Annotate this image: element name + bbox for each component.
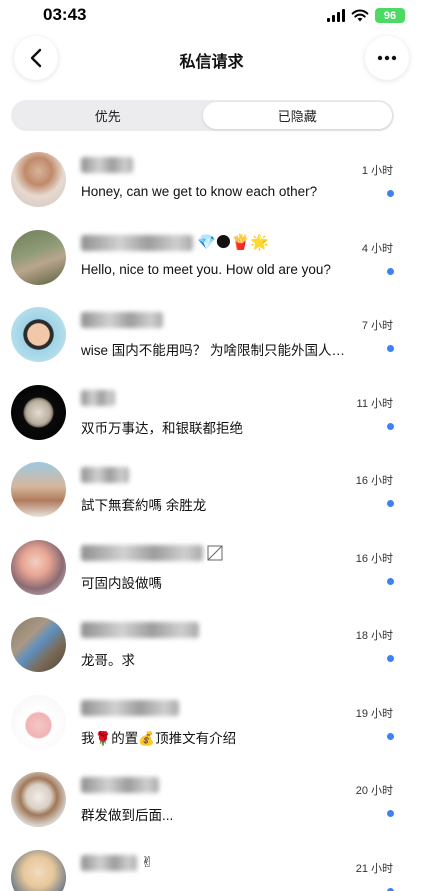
battery-indicator: 96: [375, 8, 405, 23]
message-preview: Honey, can we get to know each other?: [81, 184, 318, 199]
message-preview: Hello, nice to meet you. How old are you…: [81, 261, 331, 277]
message-time: 16 小时: [355, 552, 393, 565]
conversation-row[interactable]: 💎🌑🍟🌟 4 小时 Hello, nice to meet you. How o…: [0, 218, 423, 296]
conversation-list: 1 小时 Honey, can we get to know each othe…: [0, 140, 423, 891]
conversation-row[interactable]: 16 小时 可固内設做嗎: [0, 528, 423, 606]
avatar: [11, 849, 66, 891]
message-time: 11 小时: [356, 397, 393, 410]
sender-name: ✌: [81, 853, 154, 873]
page-title: 私信请求: [179, 54, 244, 71]
avatar: [11, 694, 66, 750]
sender-name: [81, 620, 199, 640]
sender-name: [81, 155, 133, 175]
blurred-name: [81, 234, 193, 251]
conversation-row[interactable]: ✌ 21 小时: [0, 838, 423, 891]
blurred-name: [81, 467, 129, 483]
message-time: 16 小时: [355, 475, 393, 487]
message-preview: wise 国内不能用吗？ 为啥限制只能外国人…: [81, 343, 346, 358]
cellular-signal-icon: [327, 9, 345, 22]
message-preview: 双币万事达，和银联都拒绝: [81, 420, 243, 436]
unread-indicator: [387, 810, 394, 817]
more-options-button[interactable]: [365, 36, 409, 80]
message-time: 19 小时: [355, 707, 393, 720]
blurred-name: [81, 777, 159, 793]
status-icons: 96: [327, 8, 405, 23]
message-preview: 龙哥。求: [81, 653, 135, 668]
sender-name: [81, 388, 115, 408]
sender-name: [81, 775, 159, 795]
name-emojis: 💎🌑🍟🌟: [197, 234, 269, 251]
conversation-row[interactable]: 18 小时 龙哥。求: [0, 605, 423, 683]
unread-indicator: [387, 422, 394, 430]
conversation-row[interactable]: 20 小时 群发做到后面...: [0, 760, 423, 838]
message-time: 1 小时: [361, 165, 393, 177]
blurred-name: [81, 622, 199, 638]
conversation-row[interactable]: 7 小时 wise 国内不能用吗？ 为啥限制只能外国人…: [0, 295, 423, 373]
message-preview: 群发做到后面...: [81, 808, 174, 823]
sender-name: 💎🌑🍟🌟: [81, 233, 269, 253]
status-time: 03:43: [43, 5, 87, 24]
avatar: [11, 617, 66, 672]
avatar: [11, 229, 66, 285]
unread-indicator: [387, 655, 394, 662]
header: 私信请求: [0, 36, 423, 80]
conversation-row[interactable]: 16 小时 試下無套約嗎 余胜龙: [0, 450, 423, 528]
image-placeholder-icon: [207, 545, 223, 560]
message-time: 21 小时: [355, 862, 393, 875]
blurred-name: [81, 699, 179, 716]
blurred-name: [81, 312, 163, 328]
conversation-row[interactable]: 11 小时 双币万事达，和银联都拒绝: [0, 373, 423, 451]
unread-indicator: [387, 500, 394, 507]
blurred-name: [81, 854, 137, 871]
tab-hidden[interactable]: 已隐藏: [202, 102, 392, 129]
sender-name: [81, 310, 163, 330]
unread-indicator: [387, 887, 394, 891]
sender-name: [81, 698, 179, 718]
unread-indicator: [387, 267, 394, 275]
avatar: [11, 772, 66, 827]
name-emojis: ✌: [141, 854, 154, 871]
avatar: [11, 307, 66, 362]
segmented-control: 优先 已隐藏: [11, 100, 394, 131]
avatar: [11, 462, 66, 517]
unread-indicator: [387, 345, 394, 352]
blurred-name: [81, 157, 133, 173]
message-preview: 可固内設做嗎: [81, 575, 162, 591]
message-preview: 試下無套約嗎 余胜龙: [81, 498, 207, 513]
wifi-icon: [351, 9, 369, 22]
unread-indicator: [387, 577, 394, 585]
conversation-row[interactable]: 1 小时 Honey, can we get to know each othe…: [0, 140, 423, 218]
more-horizontal-icon: [377, 55, 397, 61]
avatar: [11, 152, 66, 207]
avatar: [11, 539, 66, 595]
avatar: [11, 384, 66, 440]
blurred-name: [81, 544, 203, 561]
message-time: 18 小时: [355, 630, 393, 642]
message-time: 20 小时: [355, 785, 393, 797]
message-preview: 我🌹的置💰顶推文有介绍: [81, 730, 237, 746]
blurred-name: [81, 389, 115, 406]
conversation-row[interactable]: 19 小时 我🌹的置💰顶推文有介绍: [0, 683, 423, 761]
message-time: 7 小时: [361, 320, 393, 332]
message-time: 4 小时: [361, 242, 393, 255]
unread-indicator: [387, 190, 394, 197]
status-bar: 03:43 96: [0, 0, 423, 32]
sender-name: [81, 465, 129, 485]
unread-indicator: [387, 732, 394, 740]
sender-name: [81, 543, 223, 563]
tab-priority[interactable]: 优先: [13, 102, 203, 129]
